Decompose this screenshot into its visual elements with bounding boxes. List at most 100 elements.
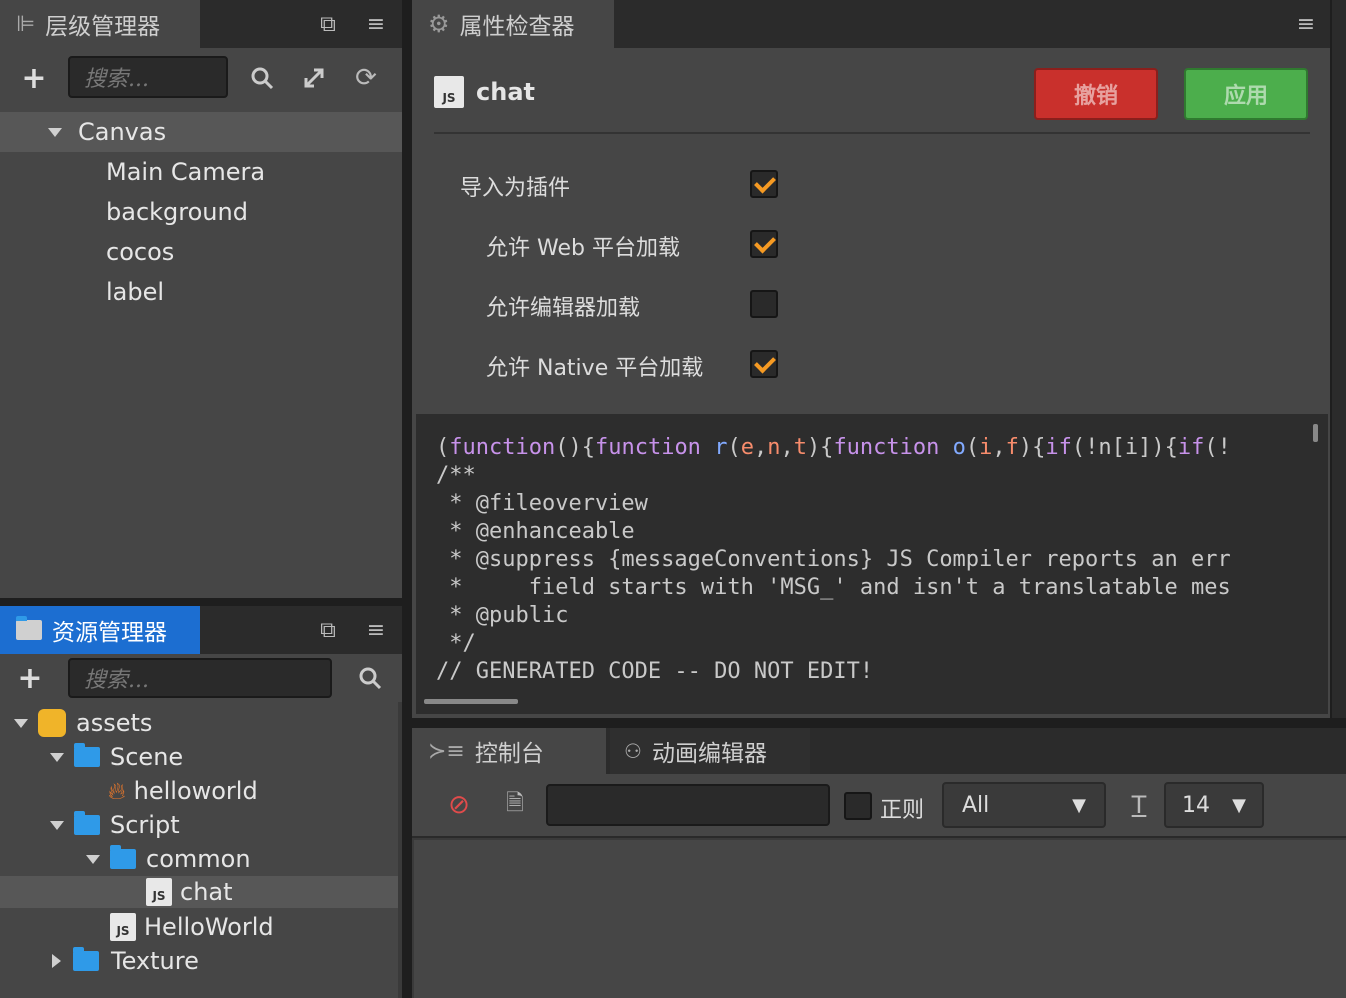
code-line: // GENERATED CODE -- DO NOT EDIT! [436, 659, 874, 684]
js-icon: JS [110, 913, 136, 941]
code-line: * @enhanceable [436, 519, 635, 544]
allow-web-checkbox[interactable] [750, 230, 778, 258]
code-line: * field starts with 'MSG_' and isn't a t… [436, 575, 1231, 600]
console-icon: ≻≡ [428, 738, 465, 764]
file-header: JS chat [434, 76, 535, 108]
tab-animation-editor[interactable]: ⚇ 动画编辑器 [610, 728, 810, 774]
tab-inspector[interactable]: ⚙ 属性检查器 [412, 0, 614, 48]
console-filter-input[interactable] [546, 784, 830, 826]
assets-title: 资源管理器 [52, 620, 167, 646]
tree-item-helloworld-scene[interactable]: 🔥︎ helloworld [0, 774, 402, 808]
revert-button[interactable]: 撤销 [1034, 68, 1158, 120]
font-size-select[interactable]: 14 ▼ [1164, 782, 1264, 828]
file-name: chat [476, 78, 535, 106]
tree-node-canvas[interactable]: Canvas [0, 112, 402, 152]
menu-icon[interactable]: ≡ [362, 616, 390, 644]
js-icon: JS [146, 878, 172, 906]
add-node-icon[interactable]: + [18, 61, 50, 96]
hierarchy-tree-icon: ⊫ [16, 11, 36, 37]
prop-label: 导入为插件 [460, 176, 571, 201]
menu-icon[interactable]: ≡ [362, 10, 390, 38]
code-line-first: (function(){function r(e,n,t){function o… [436, 435, 1231, 460]
tree-item-chat[interactable]: JS chat [0, 876, 398, 908]
assets-icon [38, 709, 66, 737]
tab-assets[interactable]: 资源管理器 [0, 606, 200, 654]
hierarchy-title: 层级管理器 [45, 14, 161, 40]
caret-down-icon[interactable] [48, 127, 62, 137]
caret-down-icon[interactable] [86, 854, 100, 864]
expand-icon[interactable] [298, 62, 330, 94]
assets-search-input[interactable]: 搜索... [68, 658, 332, 698]
code-line: */ [436, 631, 476, 656]
popout-icon[interactable]: ⧉ [314, 616, 342, 644]
search-icon[interactable] [246, 62, 278, 94]
font-size-icon: T [1131, 791, 1147, 819]
animation-icon: ⚇ [624, 739, 642, 763]
code-vscrollbar[interactable] [1313, 424, 1318, 442]
tree-node[interactable]: background [0, 192, 402, 232]
assets-tabbar: 资源管理器 ⧉ ≡ [0, 606, 402, 654]
allow-editor-checkbox[interactable] [750, 290, 778, 318]
folder-icon [74, 743, 100, 767]
refresh-icon[interactable]: ⟳ [350, 62, 382, 94]
console-tabbar: ≻≡ 控制台 ⚇ 动画编辑器 [412, 728, 1346, 774]
prop-label: 允许 Native 平台加载 [486, 356, 704, 381]
tree-item-assets[interactable]: assets [0, 706, 402, 740]
import-as-plugin-checkbox[interactable] [750, 170, 778, 198]
tab-console[interactable]: ≻≡ 控制台 [412, 728, 606, 774]
scene-fire-icon: 🔥︎ [108, 777, 126, 805]
tree-node[interactable]: label [0, 272, 402, 312]
code-line: * @public [436, 603, 569, 628]
prop-label: 允许 Web 平台加载 [486, 236, 680, 261]
tree-item-helloworld-script[interactable]: JS HelloWorld [0, 910, 402, 944]
allow-native-checkbox[interactable] [750, 350, 778, 378]
tree-item-texture[interactable]: Texture [0, 944, 402, 978]
code-preview[interactable]: (function(){function r(e,n,t){function o… [416, 414, 1328, 714]
regex-label: 正则 [880, 798, 925, 823]
hierarchy-tabbar: ⊫ 层级管理器 ⧉ ≡ [0, 0, 402, 48]
search-icon[interactable] [354, 662, 386, 694]
log-file-icon[interactable]: 🗎︎ [500, 790, 530, 820]
gear-icon: ⚙ [428, 10, 450, 38]
caret-down-icon[interactable] [50, 820, 64, 830]
code-line: /** [436, 463, 476, 488]
prop-label: 允许编辑器加载 [486, 296, 641, 321]
tree-item-scene[interactable]: Scene [0, 740, 402, 774]
tree-node[interactable]: Main Camera [0, 152, 402, 192]
add-asset-icon[interactable]: + [14, 661, 46, 696]
caret-right-icon[interactable] [52, 954, 61, 968]
code-line: * @fileoverview [436, 491, 648, 516]
inspector-scrollbar-track [1332, 0, 1346, 718]
apply-button[interactable]: 应用 [1184, 68, 1308, 120]
dropdown-arrow-icon: ▼ [1072, 794, 1086, 816]
code-line: * @suppress {messageConventions} JS Comp… [436, 547, 1231, 572]
console-toolbar: ⊘ 🗎︎ 正则 All ▼ T 14 ▼ [412, 774, 1346, 838]
folder-icon [74, 811, 100, 835]
popout-icon[interactable]: ⧉ [314, 10, 342, 38]
dropdown-arrow-icon: ▼ [1232, 794, 1246, 816]
clear-icon[interactable]: ⊘ [444, 790, 474, 820]
console-output [414, 840, 1346, 998]
folder-icon [16, 616, 42, 640]
assets-scrollbar-track [398, 702, 402, 998]
log-level-select[interactable]: All ▼ [942, 782, 1106, 828]
js-icon: JS [434, 76, 464, 108]
folder-icon [110, 845, 136, 869]
hierarchy-panel: ⊫ 层级管理器 ⧉ ≡ + 搜索... ⟳ Canvas Main Camera… [0, 0, 402, 598]
inspector-panel: ⚙ 属性检查器 ≡ JS chat 撤销 应用 导入为插件 允许 Web 平台加… [412, 0, 1330, 718]
regex-checkbox[interactable] [844, 792, 872, 820]
tab-hierarchy[interactable]: ⊫ 层级管理器 [0, 0, 200, 48]
caret-down-icon[interactable] [14, 718, 28, 728]
tree-item-common[interactable]: common [0, 842, 402, 876]
hierarchy-search-input[interactable]: 搜索... [68, 56, 228, 98]
tree-item-script[interactable]: Script [0, 808, 402, 842]
inspector-tabbar: ⚙ 属性检查器 ≡ [412, 0, 1330, 48]
header-divider [434, 132, 1310, 134]
assets-panel: 资源管理器 ⧉ ≡ + 搜索... assets Scene 🔥︎ hellow… [0, 606, 402, 998]
tree-node[interactable]: cocos [0, 232, 402, 272]
menu-icon[interactable]: ≡ [1292, 10, 1320, 38]
caret-down-icon[interactable] [50, 752, 64, 762]
folder-icon [73, 947, 99, 971]
console-panel: ≻≡ 控制台 ⚇ 动画编辑器 ⊘ 🗎︎ 正则 All ▼ T 14 ▼ [412, 728, 1346, 998]
code-hscrollbar[interactable] [424, 699, 518, 704]
